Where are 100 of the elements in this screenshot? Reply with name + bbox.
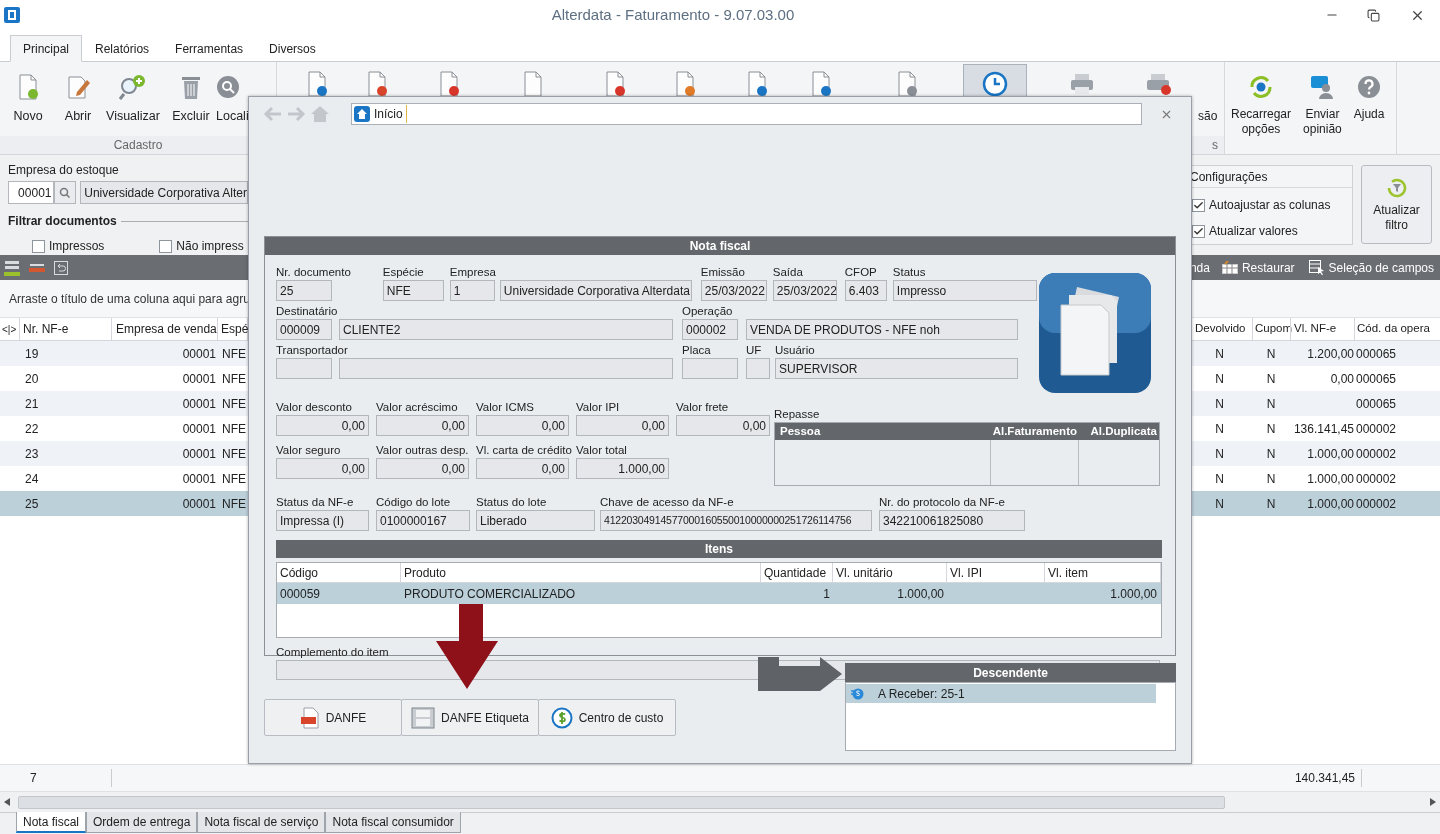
table-cell-text: NFE: [221, 370, 247, 388]
checkbox[interactable]: [1192, 224, 1205, 238]
text-field[interactable]: 000002: [682, 319, 738, 340]
column-header[interactable]: <|>: [0, 318, 20, 340]
text-field[interactable]: 6.403: [844, 280, 887, 301]
text-field[interactable]: CLIENTE2: [339, 319, 673, 340]
refresh-filter-button[interactable]: Atualizar filtro: [1361, 165, 1432, 244]
text-field[interactable]: 342210061825080: [879, 510, 1025, 531]
toolbar-item[interactable]: Seleção de campos: [1328, 258, 1434, 277]
panel-header: Itens: [276, 540, 1162, 558]
new-document-icon: [16, 74, 40, 100]
magnifier-plus-icon: [119, 74, 147, 100]
checkbox[interactable]: [159, 239, 173, 253]
text-field[interactable]: [746, 358, 770, 379]
column-header[interactable]: Vl. NF-e: [1290, 318, 1354, 340]
text-field[interactable]: Impresso: [892, 280, 1037, 301]
text-field[interactable]: 25/03/2022: [700, 280, 767, 301]
column-header[interactable]: Quantidade: [761, 563, 833, 582]
address-bar[interactable]: Início: [351, 103, 1142, 125]
text-field[interactable]: Liberado: [476, 510, 595, 531]
text-field[interactable]: 0,00: [476, 458, 569, 479]
ribbon-tab[interactable]: Diversos: [256, 35, 329, 62]
restore-icon[interactable]: [1367, 8, 1380, 22]
reload-gear-icon: [1248, 74, 1274, 100]
checkbox[interactable]: [32, 239, 45, 253]
column-header[interactable]: Vl. unitário: [833, 563, 947, 582]
table-cell-text: 1.000,00: [1306, 470, 1354, 488]
checkbox[interactable]: [1192, 198, 1205, 212]
text-field[interactable]: 1: [449, 280, 495, 301]
text-field[interactable]: 0,00: [376, 415, 469, 436]
text-field[interactable]: 25/03/2022: [772, 280, 837, 301]
sheet-tab[interactable]: Nota fiscal consumidor: [325, 812, 461, 833]
ribbon-button[interactable]: Novo: [0, 70, 56, 136]
text-field[interactable]: NFE: [382, 280, 444, 301]
sheet-tab[interactable]: Nota fiscal de serviço: [197, 812, 326, 833]
table-cell-text: 21: [24, 395, 40, 413]
table-cell-text: N: [1265, 470, 1277, 488]
text-field[interactable]: [682, 358, 738, 379]
action-button[interactable]: Centro de custo: [538, 699, 676, 736]
column-header[interactable]: Vl. item: [1045, 563, 1161, 582]
text-field[interactable]: 000009: [276, 319, 332, 340]
field-label: Saída: [772, 265, 804, 280]
ribbon-button[interactable]: Visualizar: [100, 70, 166, 136]
text-field[interactable]: [276, 358, 332, 379]
code-field[interactable]: 00001: [8, 181, 55, 204]
field-label: Operação: [682, 304, 734, 319]
column-header[interactable]: Código: [277, 563, 401, 582]
search-button[interactable]: [54, 181, 77, 204]
table-row[interactable]: 000059 PRODUTO COMERCIALIZADO 1 1.000,00 1.000,00: [277, 583, 1161, 604]
text-field[interactable]: VENDA DE PRODUTOS - NFE noh: [746, 319, 1018, 340]
field-label: CFOP: [844, 265, 878, 280]
text-field[interactable]: SUPERVISOR: [775, 358, 1018, 379]
undo-icon[interactable]: [54, 260, 68, 275]
field-label: Nr. documento: [276, 265, 351, 280]
horizontal-scrollbar[interactable]: [0, 792, 1440, 812]
scroll-right-icon[interactable]: [1430, 798, 1436, 806]
table-cell-text: 000002: [1355, 420, 1398, 438]
action-button[interactable]: DANFE: [264, 699, 402, 736]
ribbon-tab[interactable]: Ferramentas: [162, 35, 257, 62]
table-cell-text: 1.000,00: [1306, 445, 1354, 463]
field-label: Placa: [682, 343, 712, 358]
column-header[interactable]: Empresa de venda: [112, 318, 218, 340]
scroll-left-icon[interactable]: [4, 798, 10, 806]
toolbar-item[interactable]: Restaurar: [1241, 258, 1295, 277]
text-field[interactable]: Impressa (I): [276, 510, 369, 531]
company-field[interactable]: Universidade Corporativa Alter: [80, 181, 248, 204]
text-field[interactable]: 41220304914577000160550010000000251726114756: [600, 510, 872, 531]
text-field[interactable]: 0,00: [476, 415, 569, 436]
column-header[interactable]: Produto: [401, 563, 761, 582]
text-field[interactable]: 0,00: [576, 415, 669, 436]
text-field[interactable]: Universidade Corporativa Alterdata: [499, 280, 692, 301]
ribbon-button[interactable]: Excluir: [166, 70, 216, 136]
ribbon-button[interactable]: Enviar opinião: [1299, 70, 1346, 137]
list-item[interactable]: A Receber: 25-1: [846, 684, 1156, 703]
ribbon-button[interactable]: Ajuda: [1349, 70, 1389, 122]
text-field[interactable]: 1.000,00: [576, 458, 669, 479]
text-field[interactable]: [339, 358, 673, 379]
ribbon-tab[interactable]: Principal: [10, 35, 83, 62]
table-cell-text: 0,00: [1329, 370, 1354, 388]
text-field[interactable]: 0,00: [376, 458, 469, 479]
text-field[interactable]: 0,00: [276, 458, 369, 479]
ribbon-button[interactable]: Recarregar opções: [1227, 70, 1296, 137]
text-field[interactable]: 0,00: [676, 415, 770, 436]
section-title: Filtrar documentos: [8, 213, 117, 230]
ribbon-tab[interactable]: Relatórios: [82, 35, 163, 62]
column-header[interactable]: Vl. IPI: [947, 563, 1045, 582]
text-field[interactable]: 0,00: [276, 415, 369, 436]
panel-header: Nota fiscal: [265, 237, 1175, 255]
expand-rows-icon[interactable]: [4, 259, 20, 276]
column-header[interactable]: Nr. NF-e: [20, 318, 112, 340]
column-header[interactable]: Cód. da opera: [1354, 318, 1440, 340]
action-button[interactable]: DANFE Etiqueta: [401, 699, 539, 736]
printer-icon: [1069, 72, 1095, 96]
collapse-rows-icon[interactable]: [29, 263, 45, 272]
table-cell-text: N: [1214, 395, 1225, 413]
sheet-tab[interactable]: Ordem de entrega: [86, 812, 198, 833]
text-field[interactable]: 25: [276, 280, 332, 301]
sheet-tab[interactable]: Nota fiscal: [16, 812, 87, 833]
text-field[interactable]: 0100000167: [376, 510, 470, 531]
ribbon-button[interactable]: Abrir: [56, 70, 100, 136]
